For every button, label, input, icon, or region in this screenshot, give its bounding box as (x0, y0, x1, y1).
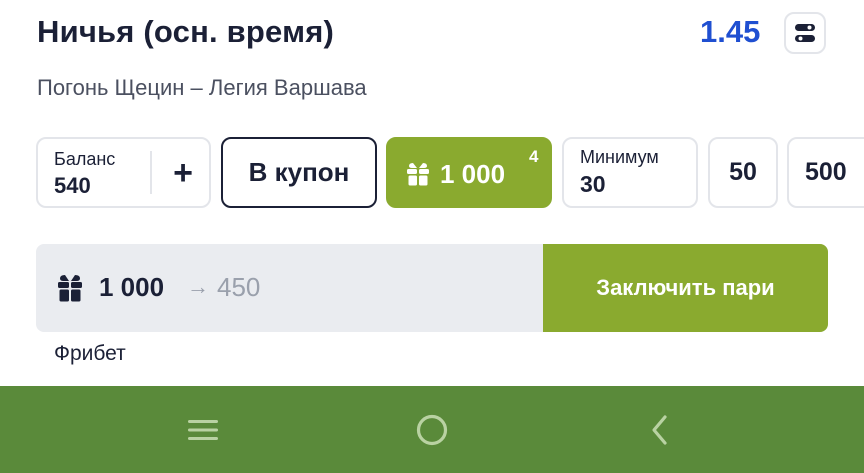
balance-label: Баланс (54, 149, 116, 169)
freebet-amount: 1 000 (440, 159, 506, 189)
system-nav-bar (0, 386, 864, 473)
minimum-stake-button[interactable]: Минимум 30 (562, 137, 698, 208)
freebet-count-badge: 4 (529, 147, 539, 166)
bet-bar: 1 000 → 450 Заключить пари (36, 244, 828, 332)
menu-button[interactable] (163, 386, 243, 473)
odds-settings-button[interactable] (784, 12, 826, 54)
balance-value: 540 (54, 173, 91, 198)
potential-win: 450 (217, 272, 261, 302)
balance-box: Баланс 540 + (36, 137, 211, 208)
freebet-chip[interactable]: 1 000 4 (386, 137, 552, 208)
stake-amount: 1 000 (99, 272, 165, 302)
toggle-icon (795, 24, 815, 42)
home-icon (416, 414, 448, 445)
place-bet-button[interactable]: Заключить пари (543, 244, 828, 332)
gift-icon (407, 163, 429, 186)
gift-icon (58, 275, 82, 302)
back-icon (652, 414, 667, 445)
match-name: Погонь Щецин – Легия Варшава (37, 75, 367, 100)
back-button[interactable] (620, 386, 700, 473)
add-balance-button[interactable]: + (168, 153, 198, 193)
bet-title: Ничья (осн. время) (37, 14, 335, 49)
menu-icon (188, 419, 218, 440)
quick-stake-50-button[interactable]: 50 (708, 137, 778, 208)
add-to-coupon-button[interactable]: В купон (221, 137, 377, 208)
bet-odds: 1.45 (700, 14, 761, 49)
home-button[interactable] (392, 386, 472, 473)
freebet-label: Фрибет (54, 342, 126, 365)
minimum-value: 30 (580, 171, 606, 197)
divider (150, 151, 152, 194)
quick-stake-500-button[interactable]: 500 (787, 137, 864, 208)
arrow-icon: → (187, 274, 209, 299)
minimum-label: Минимум (580, 147, 659, 167)
